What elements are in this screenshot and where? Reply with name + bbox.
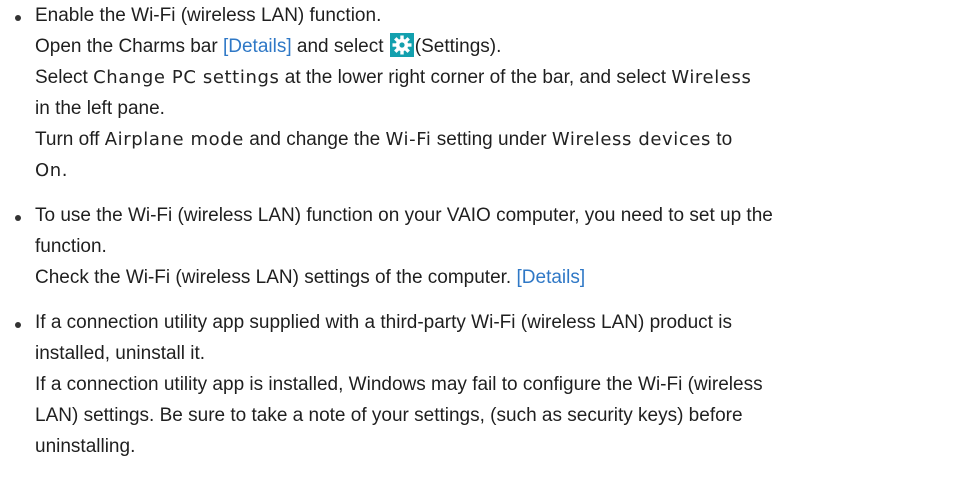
step-text: Turn off: [35, 129, 105, 150]
ui-term: Wireless: [671, 67, 752, 88]
ui-term: Wireless devices: [551, 129, 712, 150]
list-item-enable-wifi: Enable the Wi-Fi (wireless LAN) function…: [0, 0, 974, 186]
item-note: LAN) settings. Be sure to take a note of…: [35, 405, 743, 426]
details-link[interactable]: [Details]: [517, 267, 586, 288]
step-airplane-mode: Turn off Airplane mode and change the Wi…: [35, 124, 974, 155]
step-text: to: [711, 129, 733, 150]
step-left-pane: in the left pane.: [35, 98, 165, 119]
ui-term: On.: [35, 160, 69, 181]
list-item-uninstall-utility: If a connection utility app supplied wit…: [0, 307, 974, 462]
help-list: Enable the Wi-Fi (wireless LAN) function…: [0, 0, 974, 462]
item-note: If a connection utility app is installed…: [35, 374, 763, 395]
ui-term: Airplane mode: [104, 129, 244, 150]
step-text: and select: [291, 36, 389, 57]
step-text: at the lower right corner of the bar, an…: [279, 67, 672, 88]
item-heading: Enable the Wi-Fi (wireless LAN) function…: [35, 5, 382, 26]
step-text: setting under: [431, 129, 552, 150]
step-open-charms: Open the Charms bar [Details] and select: [35, 31, 974, 62]
ui-term: Change PC settings: [93, 67, 280, 88]
step-text: (Settings).: [414, 36, 502, 57]
item-heading-cont: function.: [35, 236, 107, 257]
step-text: and change the: [243, 129, 386, 150]
item-note: uninstalling.: [35, 436, 136, 457]
item-note: Check the Wi-Fi (wireless LAN) settings …: [35, 262, 974, 293]
list-item-setup-wifi: To use the Wi-Fi (wireless LAN) function…: [0, 200, 974, 293]
step-on: On.: [35, 155, 974, 186]
ui-term: Wi-Fi: [385, 129, 432, 150]
details-link[interactable]: [Details]: [223, 36, 292, 57]
item-heading: To use the Wi-Fi (wireless LAN) function…: [35, 205, 773, 226]
step-text: Select: [35, 67, 94, 88]
step-text: Check the Wi-Fi (wireless LAN) settings …: [35, 267, 517, 288]
item-heading-cont: installed, uninstall it.: [35, 343, 206, 364]
step-text: Open the Charms bar: [35, 36, 223, 57]
gear-icon: [389, 33, 414, 57]
step-change-pc-settings: Select Change PC settings at the lower r…: [35, 62, 974, 93]
item-heading: If a connection utility app supplied wit…: [35, 312, 732, 333]
